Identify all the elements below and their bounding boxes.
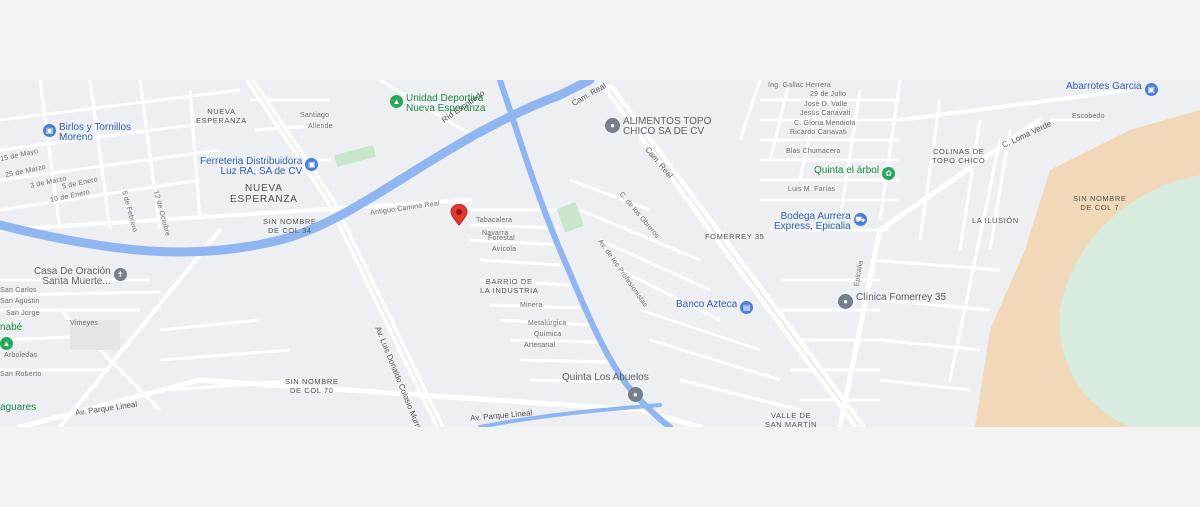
- poi-unidad-deportiva[interactable]: ▲ Unidad Deportiva Nueva Esperanza: [390, 94, 486, 114]
- poi-abarrotes[interactable]: ▣ Abarrotes Garcia: [1066, 82, 1158, 96]
- street-label: San Agustin: [0, 298, 40, 305]
- cart-icon: ⛟: [853, 213, 867, 226]
- poi-bodega-aurrera[interactable]: ⛟ Bodega Aurrera Express, Epicalia: [774, 212, 867, 232]
- street-label: Escobedo: [1072, 113, 1105, 120]
- shopping-icon: ▣: [305, 158, 319, 171]
- street-label: San Roberto: [0, 371, 42, 378]
- location-pin-icon[interactable]: [448, 204, 470, 226]
- place-icon: ●: [605, 118, 620, 133]
- street-label: Blas Chumacero: [786, 148, 841, 155]
- bank-icon: ▤: [740, 301, 754, 314]
- street-label: 29 de Julio: [810, 91, 847, 98]
- park-icon: ▲: [390, 95, 403, 108]
- area-label: SIN NOMBRE DE COL 70: [285, 377, 339, 395]
- area-label: VALLE DE SAN MARTÍN: [765, 411, 818, 427]
- street-label: Química: [534, 331, 562, 338]
- place-icon: ●: [838, 294, 853, 309]
- street-label: Avícola: [492, 246, 517, 253]
- street-label: Luis M. Farías: [788, 186, 836, 193]
- street-label: Jesús Canavati: [800, 110, 851, 117]
- area-label: LA ILUSIÓN: [972, 216, 1019, 225]
- street-label: Metalúrgica: [528, 320, 567, 327]
- street-label: Tabacalera: [476, 217, 513, 224]
- poi-banco-azteca[interactable]: ▤ Banco Azteca: [676, 300, 754, 314]
- street-label: Santiago: [300, 112, 330, 119]
- area-label: COLINAS DE TOPO CHICO: [932, 147, 986, 165]
- street-label: Forestal: [488, 235, 515, 242]
- street-label: Arboledas: [4, 352, 38, 359]
- poi-aguares[interactable]: aguares: [0, 403, 36, 413]
- street-label: Artesanal: [524, 342, 556, 349]
- street-label: San Jorge: [6, 310, 40, 317]
- poi-alimentos[interactable]: ● ALIMENTOS TOPO CHICO SA DE CV: [605, 117, 711, 137]
- poi-clinica[interactable]: ● Clínica Fomerrey 35: [838, 293, 946, 309]
- shopping-icon: ▣: [43, 124, 56, 137]
- area-label: NUEVA ESPERANZA: [196, 107, 247, 125]
- area-label: SIN NOMBRE DE COL 7: [1073, 194, 1127, 212]
- street-label: José D. Valle: [804, 101, 848, 108]
- poi-anabe[interactable]: nabé ▲: [0, 323, 22, 350]
- church-icon: ✝: [113, 268, 127, 281]
- park-icon: ▲: [0, 337, 13, 350]
- area-label: NUEVA ESPERANZA: [230, 183, 298, 205]
- street-label: Allende: [308, 123, 333, 130]
- event-icon: ✿: [882, 167, 896, 180]
- poi-quinta-abuelos[interactable]: Quinta Los Abuelos ●: [562, 373, 649, 402]
- area-label: BARRIO DE LA INDUSTRIA: [480, 277, 539, 295]
- area-label: FOMERREY 35: [705, 232, 765, 241]
- area-label: SIN NOMBRE DE COL 34: [263, 217, 317, 235]
- poi-ferreteria[interactable]: ▣ Ferreteria Distribuidora Luz RA, SA de …: [200, 157, 319, 177]
- shopping-icon: ▣: [1144, 83, 1158, 96]
- poi-quinta-arbol[interactable]: ✿ Quinta el árbol: [814, 166, 896, 180]
- poi-casa-oracion[interactable]: ✝ Casa De Oración Santa Muerte...: [34, 267, 127, 287]
- street-label: Minera: [520, 302, 543, 309]
- map-canvas[interactable]: Santiago Allende 15 de Mayo 25 de Marzo …: [0, 80, 1200, 427]
- street-label: Ricardo Canavati: [790, 129, 847, 136]
- street-label: Vimeyes: [70, 320, 99, 327]
- place-icon: ●: [627, 387, 643, 402]
- street-label: C. Gloria Mendiola: [794, 120, 856, 127]
- street-label: San Carlos: [0, 287, 37, 294]
- poi-birlos[interactable]: ▣ Birlos y Tornillos Moreno: [43, 123, 131, 143]
- street-label: Ing. Gallac Herrera: [768, 82, 831, 89]
